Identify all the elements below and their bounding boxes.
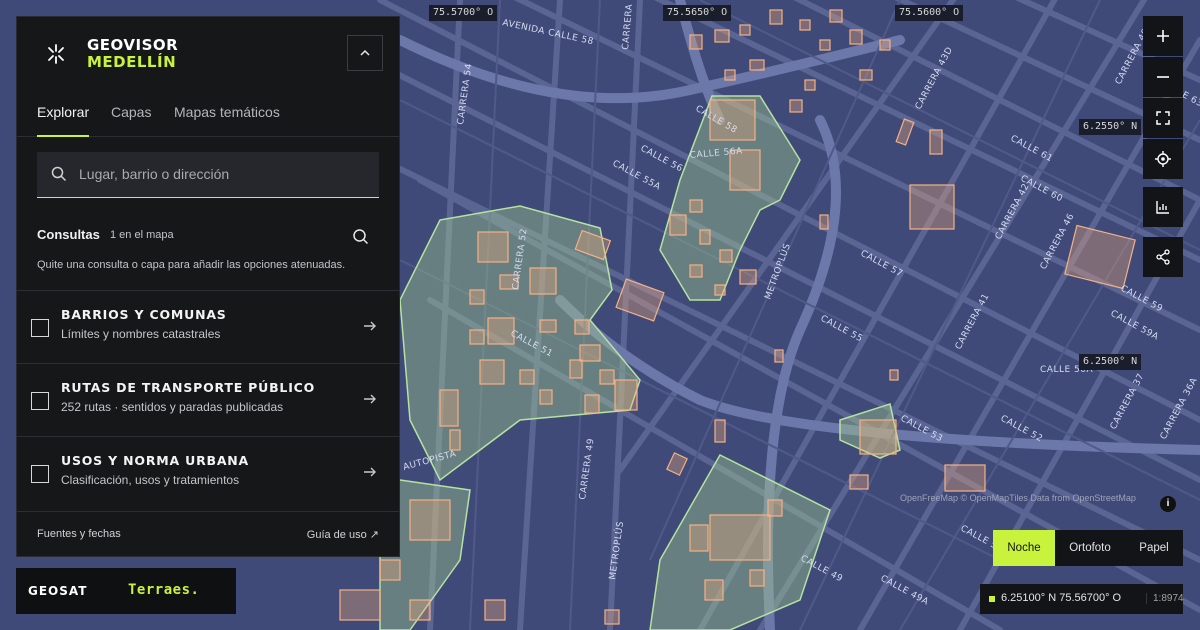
zoom-in-button[interactable] xyxy=(1143,16,1183,56)
queries-search-icon[interactable] xyxy=(352,228,370,246)
basemap-ortofoto[interactable]: Ortofoto xyxy=(1055,530,1125,566)
chart-button[interactable] xyxy=(1143,187,1183,227)
latitude-tag: 6.2500° N xyxy=(1079,354,1142,370)
search-box xyxy=(37,152,379,198)
app-subtitle: MEDELLÍN xyxy=(87,53,177,71)
queries-count: 1 en el mapa xyxy=(110,229,174,241)
layer-row-barrios[interactable]: BARRIOS Y COMUNAS Límites y nombres cata… xyxy=(17,290,399,363)
layer-title: BARRIOS Y COMUNAS xyxy=(61,307,227,322)
arrow-right-icon[interactable] xyxy=(363,465,377,479)
layer-title: USOS Y NORMA URBANA xyxy=(61,453,250,468)
tab-mapas-tematicos[interactable]: Mapas temáticos xyxy=(174,104,280,137)
queries-title: Consultas xyxy=(37,227,100,242)
panel-tabs: Explorar Capas Mapas temáticos xyxy=(17,101,399,137)
panel-header: GEOVISOR MEDELLÍN xyxy=(17,17,399,101)
plus-icon xyxy=(1157,30,1169,42)
share-icon xyxy=(1156,249,1170,265)
collapse-panel-button[interactable] xyxy=(347,35,383,71)
layer-checkbox[interactable] xyxy=(31,392,49,410)
fullscreen-icon xyxy=(1156,111,1170,125)
side-panel: GEOVISOR MEDELLÍN Explorar Capas Mapas t… xyxy=(16,16,400,557)
cursor-coordinates: 6.25100° N 75.56700° O 1:8974 xyxy=(980,584,1184,614)
chevron-up-icon xyxy=(360,49,370,56)
arrow-right-icon[interactable] xyxy=(363,392,377,406)
sources-link[interactable]: Fuentes y fechas xyxy=(37,528,121,540)
guide-link[interactable]: Guía de uso ↗ xyxy=(307,528,379,541)
basemap-switcher: Noche Ortofoto Papel xyxy=(993,530,1183,566)
layer-subtitle: 252 rutas · sentidos y paradas publicada… xyxy=(61,400,284,414)
longitude-tag: 75.5700° O xyxy=(429,5,498,21)
panel-footer: Fuentes y fechas Guía de uso ↗ xyxy=(17,511,399,557)
scale-readout: 1:8974 xyxy=(1146,593,1184,604)
brand-bar: GEOSAT Terraes. xyxy=(16,568,236,614)
minus-icon xyxy=(1157,76,1169,78)
basemap-papel[interactable]: Papel xyxy=(1125,530,1183,566)
layer-row-usos[interactable]: USOS Y NORMA URBANA Clasificación, usos … xyxy=(17,436,399,509)
longitude-tag: 75.5650° O xyxy=(663,5,732,21)
layer-subtitle: Clasificación, usos y tratamientos xyxy=(61,473,240,487)
geosat-logo: GEOSAT xyxy=(28,584,88,598)
layer-checkbox[interactable] xyxy=(31,319,49,337)
fullscreen-button[interactable] xyxy=(1143,98,1183,138)
locate-icon xyxy=(1155,151,1171,167)
arrow-right-icon[interactable] xyxy=(363,319,377,333)
coordinates-readout: 6.25100° N 75.56700° O xyxy=(1001,592,1122,604)
layer-row-rutas[interactable]: RUTAS DE TRANSPORTE PÚBLICO 252 rutas · … xyxy=(17,363,399,436)
share-button[interactable] xyxy=(1143,237,1183,277)
queries-hint: Quite una consulta o capa para añadir la… xyxy=(37,259,346,271)
map-attribution[interactable]: OpenFreeMap © OpenMapTiles Data from Ope… xyxy=(900,493,1136,503)
logo-icon xyxy=(48,44,64,64)
search-icon xyxy=(51,166,67,182)
app-title: GEOVISOR xyxy=(87,36,179,54)
tab-capas[interactable]: Capas xyxy=(111,104,151,137)
tab-explorar[interactable]: Explorar xyxy=(37,104,90,137)
layer-checkbox[interactable] xyxy=(31,465,49,483)
latitude-tag: 6.2550° N xyxy=(1079,119,1142,135)
zoom-out-button[interactable] xyxy=(1143,57,1183,97)
chart-icon xyxy=(1156,201,1169,214)
basemap-noche[interactable]: Noche xyxy=(993,530,1055,566)
search-input[interactable] xyxy=(79,152,369,196)
terraes-logo: Terraes. xyxy=(128,582,200,598)
longitude-tag: 75.5600° O xyxy=(895,5,964,21)
layer-title: RUTAS DE TRANSPORTE PÚBLICO xyxy=(61,380,316,395)
status-dot xyxy=(989,596,995,602)
locate-button[interactable] xyxy=(1143,139,1183,179)
info-icon[interactable]: i xyxy=(1160,496,1176,512)
layer-subtitle: Límites y nombres catastrales xyxy=(61,327,221,341)
